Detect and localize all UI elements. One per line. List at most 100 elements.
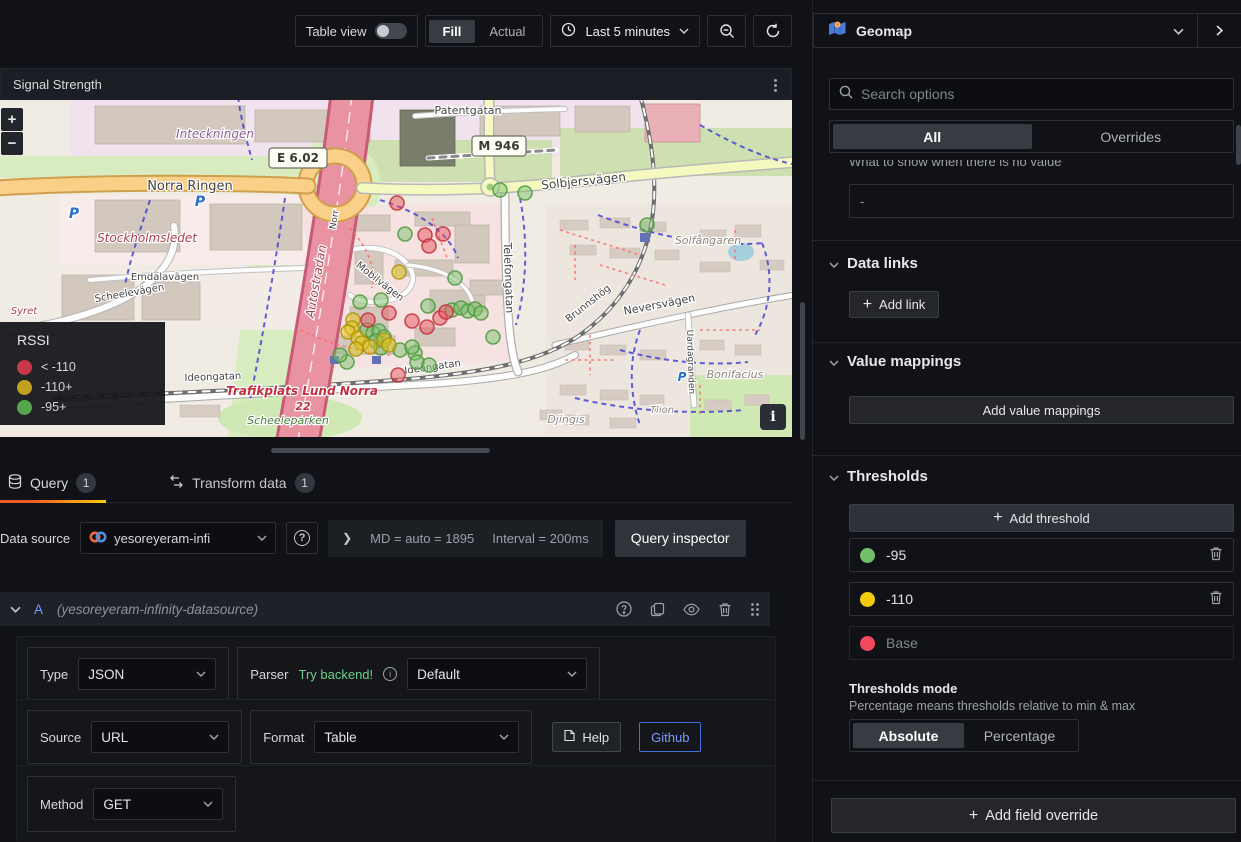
add-field-override-button[interactable]: +Add field override bbox=[831, 798, 1236, 833]
tab-query[interactable]: Query 1 bbox=[0, 465, 106, 500]
method-value: GET bbox=[103, 797, 131, 812]
eye-icon[interactable] bbox=[683, 602, 700, 617]
source-select[interactable]: URL bbox=[91, 721, 229, 753]
map-data-point[interactable] bbox=[382, 338, 396, 352]
threshold-row-base[interactable]: Base bbox=[849, 626, 1234, 660]
time-range-picker[interactable]: Last 5 minutes bbox=[550, 15, 700, 47]
options-search-input[interactable] bbox=[861, 86, 1224, 102]
query-row-header[interactable]: A (yesoreyeram-infinity-datasource) bbox=[0, 592, 770, 626]
map-zoom-out-button[interactable]: − bbox=[1, 132, 23, 155]
datasource-help-button[interactable]: ? bbox=[286, 522, 318, 554]
chevron-down-icon[interactable] bbox=[10, 606, 20, 612]
mode-percentage[interactable]: Percentage bbox=[964, 723, 1075, 748]
horizontal-scrollbar[interactable] bbox=[271, 448, 490, 453]
format-select[interactable]: Table bbox=[314, 721, 519, 753]
map-zoom-in-button[interactable]: + bbox=[1, 108, 23, 131]
vertical-scrollbar[interactable] bbox=[800, 302, 805, 440]
trash-icon[interactable] bbox=[1209, 590, 1223, 608]
add-value-mappings-button[interactable]: Add value mappings bbox=[849, 396, 1234, 424]
add-link-button[interactable]: +Add link bbox=[849, 291, 939, 318]
map-data-point[interactable] bbox=[518, 186, 532, 200]
panel-type-picker[interactable]: Geomap bbox=[813, 13, 1198, 48]
panel-header[interactable]: Signal Strength bbox=[0, 68, 792, 100]
no-value-label: What to show when there is no value bbox=[849, 160, 1061, 169]
threshold-row[interactable]: -95 bbox=[849, 538, 1234, 572]
mode-absolute[interactable]: Absolute bbox=[853, 723, 964, 748]
chevron-down-icon bbox=[829, 468, 839, 485]
map-data-point[interactable] bbox=[390, 196, 404, 210]
try-backend-link[interactable]: Try backend! bbox=[298, 667, 373, 682]
drag-handle-icon[interactable] bbox=[750, 602, 760, 617]
map-data-point[interactable] bbox=[391, 368, 405, 382]
map-data-point[interactable] bbox=[382, 306, 396, 320]
map-data-point[interactable] bbox=[448, 271, 462, 285]
query-options-toggle[interactable]: ❯ MD = auto = 1895 Interval = 200ms bbox=[328, 520, 603, 557]
trash-icon[interactable] bbox=[718, 602, 732, 617]
section-data-links[interactable]: Data links bbox=[829, 255, 918, 272]
chevron-down-icon bbox=[499, 734, 509, 740]
map-label: Bonifacius bbox=[707, 368, 764, 381]
map-data-point[interactable] bbox=[374, 293, 388, 307]
map-data-point[interactable] bbox=[439, 305, 453, 319]
collapse-options-button[interactable] bbox=[1198, 13, 1241, 48]
tab-overrides[interactable]: Overrides bbox=[1032, 124, 1231, 149]
map-data-point[interactable] bbox=[640, 218, 654, 232]
parser-select[interactable]: Default bbox=[407, 658, 587, 690]
add-threshold-button[interactable]: +Add threshold bbox=[849, 504, 1234, 532]
map-data-point[interactable] bbox=[349, 342, 363, 356]
actual-option[interactable]: Actual bbox=[475, 20, 539, 43]
threshold-value[interactable]: -110 bbox=[886, 591, 913, 607]
map-label: Trafikplats Lund Norra bbox=[226, 384, 378, 398]
map-data-point[interactable] bbox=[422, 239, 436, 253]
chevron-right-icon: ❯ bbox=[342, 531, 352, 545]
map-data-point[interactable] bbox=[486, 330, 500, 344]
map-data-point[interactable] bbox=[422, 358, 436, 372]
query-inspector-button[interactable]: Query inspector bbox=[615, 520, 746, 557]
fill-option[interactable]: Fill bbox=[429, 20, 476, 43]
map-data-point[interactable] bbox=[421, 299, 435, 313]
zoom-out-time-button[interactable] bbox=[707, 15, 746, 47]
copy-icon[interactable] bbox=[650, 602, 665, 617]
threshold-color-swatch[interactable] bbox=[860, 636, 875, 651]
map-data-point[interactable] bbox=[398, 227, 412, 241]
options-search[interactable] bbox=[829, 78, 1234, 110]
datasource-picker[interactable]: yesoreyeram-infi bbox=[80, 522, 276, 554]
type-select[interactable]: JSON bbox=[78, 658, 216, 690]
trash-icon[interactable] bbox=[1209, 546, 1223, 564]
query-ref-id[interactable]: A bbox=[34, 602, 43, 617]
map-data-point[interactable] bbox=[405, 314, 419, 328]
refresh-button[interactable] bbox=[753, 15, 792, 47]
threshold-color-swatch[interactable] bbox=[860, 548, 875, 563]
map-data-point[interactable] bbox=[353, 295, 367, 309]
help-button[interactable]: Help bbox=[552, 722, 621, 752]
map-data-point[interactable] bbox=[493, 183, 507, 197]
map-data-point[interactable] bbox=[405, 340, 419, 354]
table-view-switch[interactable] bbox=[375, 23, 407, 39]
no-value-input[interactable]: - bbox=[849, 184, 1234, 218]
map-data-point[interactable] bbox=[420, 320, 434, 334]
map-data-point[interactable] bbox=[361, 313, 375, 327]
map-attribution-button[interactable]: i bbox=[760, 404, 786, 430]
map-data-point[interactable] bbox=[363, 340, 377, 354]
tab-all[interactable]: All bbox=[833, 124, 1032, 149]
options-scroll-area[interactable]: What to show when there is no value - Da… bbox=[813, 160, 1241, 842]
section-value-mappings[interactable]: Value mappings bbox=[829, 353, 961, 370]
top-toolbar: Table view Fill Actual Last 5 minutes bbox=[0, 0, 792, 62]
panel-menu-icon[interactable] bbox=[767, 77, 783, 93]
threshold-color-swatch[interactable] bbox=[860, 592, 875, 607]
help-circle-icon[interactable] bbox=[616, 601, 632, 617]
map-data-point[interactable] bbox=[392, 265, 406, 279]
map-data-point[interactable] bbox=[333, 348, 347, 362]
threshold-value[interactable]: -95 bbox=[886, 547, 906, 563]
github-button[interactable]: Github bbox=[639, 722, 701, 752]
map-label: Tlion bbox=[650, 405, 674, 416]
map-data-point[interactable] bbox=[436, 227, 450, 241]
chevron-down-icon bbox=[1173, 28, 1183, 34]
section-thresholds[interactable]: Thresholds bbox=[829, 468, 928, 485]
method-select[interactable]: GET bbox=[93, 788, 223, 820]
tab-transform[interactable]: Transform data 1 bbox=[161, 465, 324, 500]
options-scrollbar[interactable] bbox=[1236, 125, 1241, 165]
map-data-point[interactable] bbox=[474, 306, 488, 320]
threshold-row[interactable]: -110 bbox=[849, 582, 1234, 616]
table-view-toggle[interactable]: Table view bbox=[295, 15, 418, 47]
